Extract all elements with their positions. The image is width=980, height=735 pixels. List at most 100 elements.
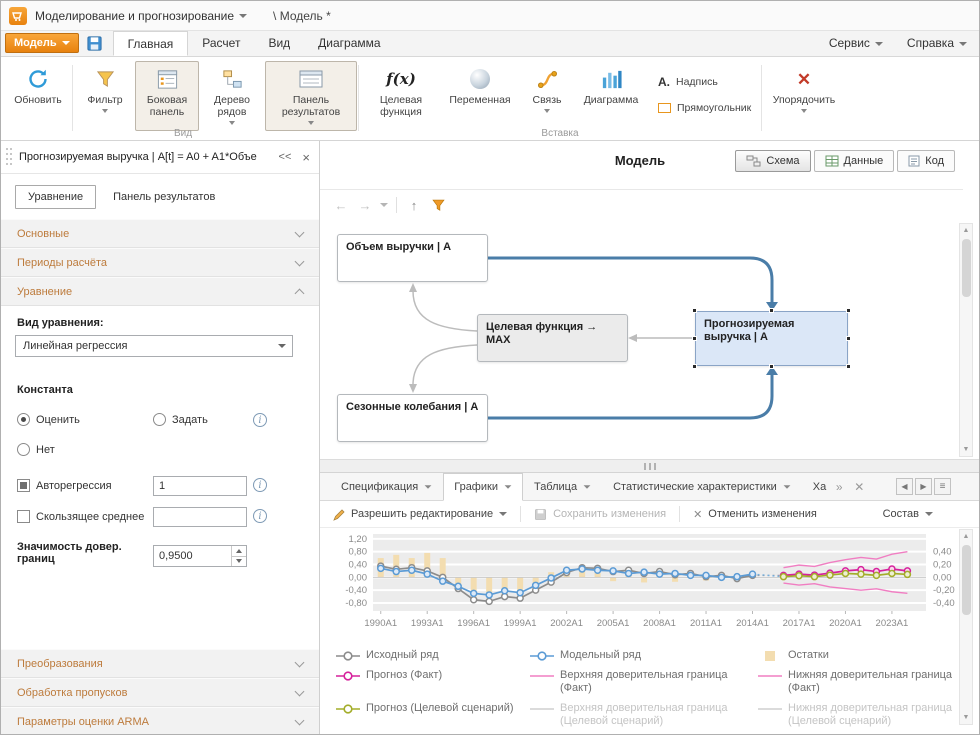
ribbon-tab-diagram[interactable]: Диаграмма bbox=[304, 31, 394, 56]
significance-spinner[interactable]: 0,9500 bbox=[153, 545, 247, 567]
scroll-thumb[interactable] bbox=[962, 239, 971, 297]
ribbon-tab-calc[interactable]: Расчет bbox=[188, 31, 254, 56]
tab-charts[interactable]: Графики bbox=[443, 473, 523, 501]
service-menu[interactable]: Сервис bbox=[817, 31, 895, 56]
ribbon-tab-view[interactable]: Вид bbox=[254, 31, 304, 56]
section-basic[interactable]: Основные bbox=[1, 219, 319, 248]
tab-table[interactable]: Таблица bbox=[523, 473, 602, 500]
radio-estimate[interactable]: Оценить bbox=[17, 413, 80, 426]
info-icon[interactable]: i bbox=[253, 478, 267, 492]
radio-set[interactable]: Задать bbox=[153, 413, 208, 426]
collapse-panel-button[interactable]: << bbox=[276, 151, 295, 163]
app-menu-button[interactable]: Моделирование и прогнозирование bbox=[35, 9, 247, 23]
nav-back-button[interactable]: ← bbox=[330, 194, 352, 216]
selection-handle[interactable] bbox=[769, 364, 774, 369]
selection-handle[interactable] bbox=[692, 364, 697, 369]
tab-specification[interactable]: Спецификация bbox=[330, 473, 443, 500]
model-menu-button[interactable]: Модель bbox=[5, 33, 79, 53]
scroll-tabs-right-button[interactable]: ▶ bbox=[915, 478, 932, 495]
legend-item[interactable]: Исходный ряд bbox=[336, 649, 522, 662]
tab-characteristics-clipped[interactable]: Ха bbox=[802, 473, 829, 500]
legend-label: Верхняя доверительная граница (Факт) bbox=[560, 669, 750, 695]
autoregression-checkbox[interactable]: Авторегрессия bbox=[17, 479, 112, 492]
link-button[interactable]: Связь bbox=[521, 61, 573, 131]
info-icon[interactable]: i bbox=[253, 413, 267, 427]
section-transformations[interactable]: Преобразования bbox=[1, 649, 319, 678]
results-vertical-scrollbar[interactable]: ▲ ▼ bbox=[959, 529, 973, 725]
selection-handle[interactable] bbox=[846, 336, 851, 341]
close-results-button[interactable]: ✕ bbox=[849, 473, 869, 500]
selection-handle[interactable] bbox=[846, 308, 851, 313]
section-equation[interactable]: Уравнение bbox=[1, 277, 319, 306]
autoregression-input[interactable] bbox=[153, 476, 247, 496]
selection-handle[interactable] bbox=[692, 308, 697, 313]
node-target-function[interactable]: Целевая функция → MAX bbox=[477, 314, 628, 362]
section-calc-periods[interactable]: Периоды расчёта bbox=[1, 248, 319, 277]
node-revenue[interactable]: Объем выручки | A bbox=[337, 234, 488, 282]
variable-button[interactable]: Переменная bbox=[442, 61, 518, 131]
close-panel-button[interactable]: × bbox=[299, 150, 313, 165]
rectangle-button[interactable]: Прямоугольник bbox=[651, 97, 758, 119]
legend-item[interactable]: Прогноз (Целевой сценарий) bbox=[336, 702, 522, 728]
equation-kind-select[interactable]: Линейная регрессия bbox=[15, 335, 293, 357]
nav-forward-button[interactable]: → bbox=[354, 194, 376, 216]
scroll-down-arrow[interactable]: ▼ bbox=[960, 443, 972, 456]
tab-list-button[interactable]: ≡ bbox=[934, 478, 951, 495]
moving-average-checkbox[interactable]: Скользящее среднее bbox=[17, 510, 144, 523]
results-panel-toggle[interactable]: Панель результатов bbox=[265, 61, 357, 131]
selection-handle[interactable] bbox=[769, 308, 774, 313]
save-button[interactable] bbox=[83, 33, 107, 53]
moving-average-input[interactable] bbox=[153, 507, 247, 527]
scroll-tabs-left-button[interactable]: ◀ bbox=[896, 478, 913, 495]
target-function-button[interactable]: f(x) Целевая функция bbox=[363, 61, 439, 131]
save-changes-button[interactable]: Сохранить изменения bbox=[534, 508, 666, 521]
drag-grip-icon[interactable] bbox=[5, 146, 14, 168]
info-icon[interactable]: i bbox=[253, 509, 267, 523]
selection-handle[interactable] bbox=[692, 336, 697, 341]
nav-history-dropdown[interactable] bbox=[378, 194, 390, 216]
legend-item[interactable]: Прогноз (Факт) bbox=[336, 669, 522, 695]
composition-button[interactable]: Состав bbox=[883, 508, 933, 520]
view-code-button[interactable]: Код bbox=[897, 150, 955, 172]
section-arma-params[interactable]: Параметры оценки ARMA bbox=[1, 707, 319, 735]
section-missing-data[interactable]: Обработка пропусков bbox=[1, 678, 319, 707]
text-label-button[interactable]: A. Надпись bbox=[651, 71, 725, 93]
help-menu[interactable]: Справка bbox=[895, 31, 979, 56]
view-data-button[interactable]: Данные bbox=[814, 150, 895, 172]
legend-item[interactable]: Нижняя доверительная граница (Факт) bbox=[758, 669, 978, 695]
legend-item[interactable]: Верхняя доверительная граница (Факт) bbox=[530, 669, 750, 695]
legend-item[interactable]: Нижняя доверительная граница (Целевой сц… bbox=[758, 702, 978, 728]
diagram-vertical-scrollbar[interactable]: ▲ ▼ bbox=[959, 223, 973, 457]
forecast-chart[interactable]: 1,200,800,400,00-0,40-0,800,400,200,00-0… bbox=[331, 529, 977, 641]
selection-handle[interactable] bbox=[846, 364, 851, 369]
node-forecast-revenue[interactable]: Прогнозируемая выручка | A bbox=[695, 311, 848, 366]
legend-item[interactable]: Верхняя доверительная граница (Целевой с… bbox=[530, 702, 750, 728]
side-panel-toggle[interactable]: Боковая панель bbox=[135, 61, 199, 131]
legend-item[interactable]: Модельный ряд bbox=[530, 649, 750, 662]
arrange-button[interactable]: ✕ Упорядочить bbox=[767, 61, 841, 131]
tab-equation[interactable]: Уравнение bbox=[15, 185, 96, 209]
spinner-down-button[interactable] bbox=[232, 556, 246, 567]
insert-chart-button[interactable]: Диаграмма bbox=[576, 61, 646, 131]
tab-statistics[interactable]: Статистические характеристики bbox=[602, 473, 802, 500]
ribbon-tab-home[interactable]: Главная bbox=[113, 31, 189, 56]
allow-editing-button[interactable]: Разрешить редактирование bbox=[332, 508, 507, 521]
tab-overflow-button[interactable]: » bbox=[829, 473, 849, 500]
filter-button[interactable]: Фильтр bbox=[78, 61, 132, 131]
scroll-up-arrow[interactable]: ▲ bbox=[960, 224, 972, 237]
view-schema-button[interactable]: Схема bbox=[735, 150, 810, 172]
spinner-up-button[interactable] bbox=[232, 546, 246, 556]
scroll-down-arrow[interactable]: ▼ bbox=[960, 711, 972, 724]
radio-none[interactable]: Нет bbox=[17, 443, 55, 456]
legend-item[interactable]: Остатки bbox=[758, 649, 978, 662]
cancel-changes-button[interactable]: ✕ Отменить изменения bbox=[693, 508, 817, 521]
horizontal-splitter[interactable] bbox=[320, 459, 979, 473]
tab-results-panel[interactable]: Панель результатов bbox=[100, 185, 228, 209]
refresh-button[interactable]: Обновить bbox=[7, 61, 69, 131]
diagram-filter-button[interactable] bbox=[427, 194, 449, 216]
up-level-button[interactable]: ↑ bbox=[403, 194, 425, 216]
series-tree-button[interactable]: Дерево рядов bbox=[202, 61, 262, 131]
node-seasonal[interactable]: Сезонные колебания | A bbox=[337, 394, 488, 442]
scroll-up-arrow[interactable]: ▲ bbox=[960, 530, 972, 543]
scroll-thumb[interactable] bbox=[962, 545, 971, 615]
